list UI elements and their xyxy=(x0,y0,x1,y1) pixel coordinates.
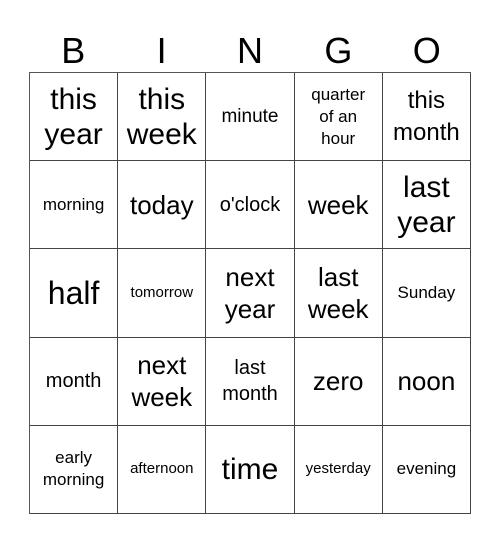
header-letter-i: I xyxy=(156,30,167,71)
cell-text: noon xyxy=(397,366,456,397)
bingo-cell-r3-c4[interactable]: last week xyxy=(294,249,383,338)
bingo-cell-r3-c5[interactable]: Sunday xyxy=(382,249,471,338)
cell-text: evening xyxy=(396,459,457,479)
cell-text: month xyxy=(45,370,102,393)
header-letter-n: N xyxy=(236,30,263,71)
bingo-cell-r2-c2[interactable]: today xyxy=(118,161,207,250)
cell-text: today xyxy=(129,189,194,220)
bingo-cell-r3-c2[interactable]: tomorrow xyxy=(118,249,207,338)
bingo-cell-r2-c3[interactable]: o'clock xyxy=(206,161,295,250)
cell-text: week xyxy=(307,189,369,220)
bingo-cell-r1-c4[interactable]: quarter of an hour xyxy=(294,73,383,162)
bingo-cell-r2-c5[interactable]: last year xyxy=(382,161,471,250)
cell-text: yesterday xyxy=(305,460,371,478)
cell-text: next week xyxy=(131,350,193,413)
bingo-cell-r5-c4[interactable]: yesterday xyxy=(294,425,383,514)
bingo-cell-r5-c2[interactable]: afternoon xyxy=(118,425,207,514)
cell-text: last week xyxy=(307,261,369,324)
cell-text: early morning xyxy=(42,448,105,490)
header-letter-b: B xyxy=(61,30,86,71)
cell-text: afternoon xyxy=(130,460,194,478)
bingo-cell-r4-c1[interactable]: month xyxy=(30,337,119,426)
cell-text: this month xyxy=(393,86,460,146)
bingo-cell-r5-c5[interactable]: evening xyxy=(382,425,471,514)
cell-text: last year xyxy=(397,170,456,239)
bingo-cell-r4-c5[interactable]: noon xyxy=(382,337,471,426)
bingo-cell-r1-c1[interactable]: this year xyxy=(30,73,119,162)
cell-text: this week xyxy=(126,82,197,151)
bingo-board: this year this week minute quarter of an… xyxy=(29,72,471,514)
bingo-cell-r5-c1[interactable]: early morning xyxy=(30,425,119,514)
cell-text: Sunday xyxy=(397,282,456,302)
bingo-cell-r2-c1[interactable]: morning xyxy=(30,161,119,250)
cell-text: last month xyxy=(222,357,278,406)
bingo-cell-r4-c2[interactable]: next week xyxy=(118,337,207,426)
cell-text: quarter of an hour xyxy=(311,84,366,148)
bingo-cell-r1-c3[interactable]: minute xyxy=(206,73,295,162)
bingo-cell-r3-c3[interactable]: next year xyxy=(206,249,295,338)
bingo-cell-r5-c3[interactable]: time xyxy=(206,425,295,514)
bingo-cell-r3-c1[interactable]: half xyxy=(30,249,119,338)
cell-text: next year xyxy=(224,261,276,324)
bingo-header: B I N G O xyxy=(29,30,471,72)
bingo-cell-r1-c2[interactable]: this week xyxy=(118,73,207,162)
cell-text: this year xyxy=(44,82,103,151)
header-letter-o: O xyxy=(412,30,441,71)
cell-text: o'clock xyxy=(219,193,281,216)
bingo-cell-r2-c4[interactable]: week xyxy=(294,161,383,250)
bingo-cell-r4-c4[interactable]: zero xyxy=(294,337,383,426)
cell-text: minute xyxy=(221,106,279,128)
header-letter-g: G xyxy=(324,30,353,71)
cell-text: zero xyxy=(312,366,364,397)
cell-text: half xyxy=(47,274,100,311)
bingo-cell-r4-c3[interactable]: last month xyxy=(206,337,295,426)
cell-text: morning xyxy=(42,194,105,214)
bingo-cell-r1-c5[interactable]: this month xyxy=(382,73,471,162)
cell-text: time xyxy=(221,452,279,486)
cell-text: tomorrow xyxy=(130,283,194,301)
